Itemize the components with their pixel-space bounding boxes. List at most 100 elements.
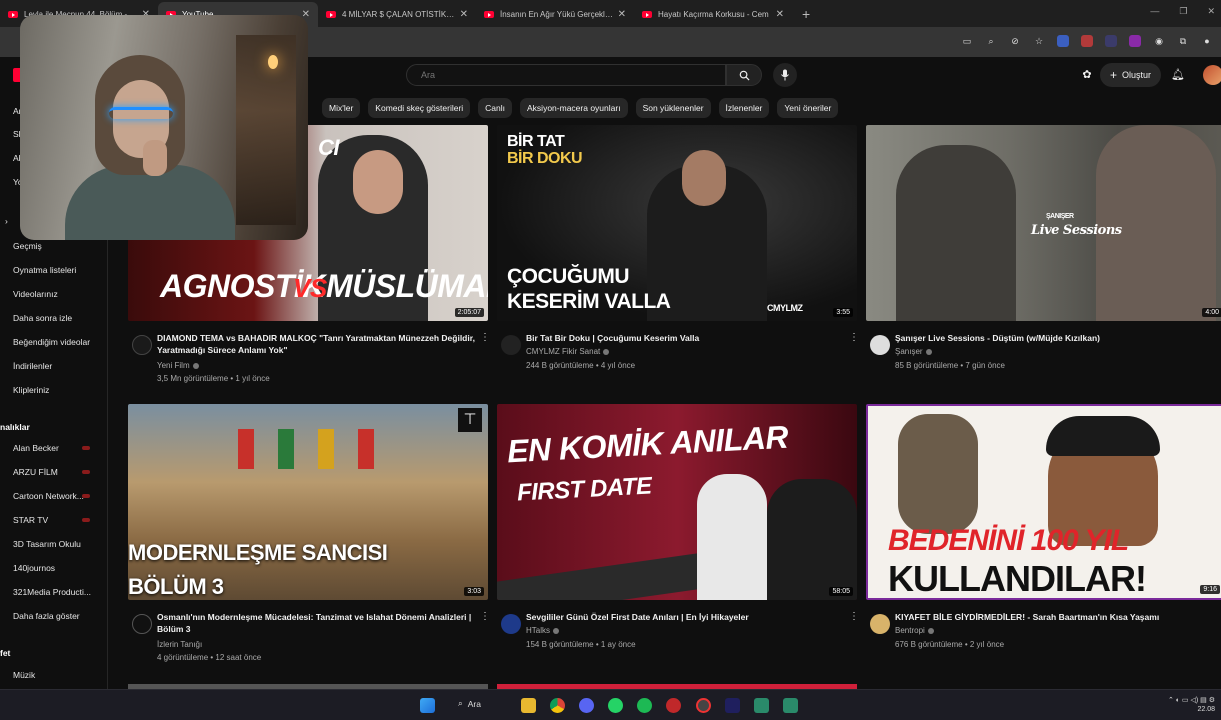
person-figure [767,479,857,600]
video-thumbnail[interactable]: BİR TAT BİR DOKU ÇOCUĞUMU KESERİM VALLA … [497,125,857,321]
video-title[interactable]: Şanışer Live Sessions - Düştüm (w/Müjde … [895,332,1215,344]
search-field[interactable] [406,64,726,86]
video-title[interactable]: Osmanlı'nın Modernleşme Mücadelesi: Tanz… [157,611,477,635]
sidebar-item-liked-videos[interactable]: Beğendiğim videolar [13,337,90,347]
video-title[interactable]: Bir Tat Bir Doku | Çocuğumu Keserim Vall… [526,332,846,344]
zoom-icon[interactable]: ⌕ [985,35,997,47]
chip[interactable]: İzlenenler [718,98,770,118]
channel-name[interactable]: İzlerin Tanığı [157,640,202,649]
sidebar-item-music[interactable]: Müzik [13,670,35,680]
video-thumbnail[interactable]: ⊤ MODERNLEŞME SANCISI BÖLÜM 3 3:03 [128,404,488,600]
sidebar-subscription[interactable]: Alan Becker [13,443,59,453]
video-card[interactable]: EN KOMİK ANILAR FIRST DATE 58:05 Sevgili… [497,404,859,669]
video-card[interactable]: ⊤ MODERNLEŞME SANCISI BÖLÜM 3 3:03 Osman… [128,404,490,669]
channel-name[interactable]: Yeni Film [157,361,199,370]
windows-start-icon[interactable] [420,698,435,713]
channel-name[interactable]: CMYLMZ Fikir Sanat [526,347,610,356]
bookmark-star-icon[interactable]: ☆ [1033,35,1045,47]
channel-avatar[interactable] [870,335,890,355]
system-tray[interactable]: ⌃ ◐ ▭ ◁) ▤ ⚙︎ 22.08 [1168,696,1215,714]
browser-tab[interactable]: Hayatı Kaçırma Korkusu - Cem ✕ [634,2,792,27]
channel-avatar[interactable] [501,614,521,634]
more-options-icon[interactable]: ⋮ [480,333,490,343]
sidebar-item-your-videos[interactable]: Videolarınız [13,289,58,299]
more-options-icon[interactable]: ⋮ [849,333,859,343]
app-icon[interactable] [783,698,798,713]
sidebar-item-history[interactable]: Geçmiş [13,241,42,251]
account-avatar[interactable] [1203,65,1221,85]
show-more-button[interactable]: Daha fazla göster [13,611,80,621]
channel-name[interactable]: HTalks [526,626,560,635]
chip[interactable]: Canlı [478,98,513,118]
app-icon[interactable] [666,698,681,713]
video-thumbnail[interactable]: ŞANIŞER Live Sessions 4:00 [866,125,1221,321]
channel-avatar[interactable] [870,614,890,634]
sidebar-item-clips[interactable]: Klipleriniz [13,385,49,395]
discord-icon[interactable] [579,698,594,713]
sidebar-subscription[interactable]: STAR TV [13,515,48,525]
video-thumbnail[interactable]: BEDENİNİ 100 YIL KULLANDILAR! 9:16 [866,404,1221,600]
sidebar-item-playlists[interactable]: Oynatma listeleri [13,265,76,275]
app-icon[interactable] [754,698,769,713]
channel-avatar[interactable] [501,335,521,355]
app-icon[interactable] [696,698,711,713]
more-options-icon[interactable]: ⋮ [480,612,490,622]
upload-age: 4 yıl önce [600,361,636,370]
extension-icon[interactable] [1081,35,1093,47]
chip[interactable]: Mix'ler [322,98,361,118]
more-options-icon[interactable]: ⋮ [849,612,859,622]
sidebar-subscription[interactable]: 140journos [13,563,55,573]
channel-avatar[interactable] [132,335,152,355]
cast-icon[interactable]: ▭ [961,35,973,47]
sidebar-subscription[interactable]: 3D Tasarım Okulu [13,539,81,549]
video-card[interactable]: BİR TAT BİR DOKU ÇOCUĞUMU KESERİM VALLA … [497,125,859,390]
close-tab-icon[interactable]: ✕ [618,9,626,20]
extension-icon[interactable] [1129,35,1141,47]
chip[interactable]: Komedi skeç gösterileri [368,98,471,118]
channel-name[interactable]: Bentropi [895,626,934,635]
new-tab-button[interactable]: + [792,2,820,27]
taskbar-search[interactable]: ⌕ Ara [458,698,481,709]
extension-icon[interactable]: ◉ [1153,35,1165,47]
close-window-icon[interactable]: ✕ [1207,6,1215,17]
channel-avatar[interactable] [132,614,152,634]
gear-icon[interactable]: ✿ [1080,67,1094,81]
browser-tab[interactable]: İnsanın En Ağır Yükü Gerçekleşmemiş ✕ [476,2,634,27]
sidebar-subscription[interactable]: Cartoon Network... [13,491,84,501]
video-card[interactable]: BEDENİNİ 100 YIL KULLANDILAR! 9:16 KIYAF… [866,404,1221,669]
maximize-icon[interactable]: ❐ [1179,6,1187,17]
notification-bell-icon[interactable]: 🔔︎ [1171,67,1185,81]
puzzle-icon[interactable]: ⧉ [1177,35,1189,47]
video-title[interactable]: KIYAFET BİLE GİYDİRMEDİLER! - Sarah Baar… [895,611,1215,623]
whatsapp-icon[interactable] [608,698,623,713]
close-tab-icon[interactable]: ✕ [776,9,784,20]
chrome-icon[interactable] [550,698,565,713]
search-button[interactable] [726,64,762,86]
browser-tab[interactable]: 4 MİLYAR $ ÇALAN OTİSTİK BİR ADAM ✕ [318,2,476,27]
profile-icon[interactable]: ● [1201,35,1213,47]
video-card[interactable]: ŞANIŞER Live Sessions 4:00 Şanışer Live … [866,125,1221,390]
close-tab-icon[interactable]: ✕ [460,9,468,20]
create-button[interactable]: + Oluştur [1100,63,1162,87]
channel-name[interactable]: Şanışer [895,347,932,356]
chip[interactable]: Aksiyon-macera oyunları [520,98,628,118]
sidebar-item-downloads[interactable]: İndirilenler [13,361,52,371]
extension-icon[interactable] [1105,35,1117,47]
minimize-icon[interactable]: — [1150,6,1159,17]
video-title[interactable]: DIAMOND TEMA vs BAHADIR MALKOÇ "Tanrı Ya… [157,332,477,356]
eye-off-icon[interactable]: ⊘ [1009,35,1021,47]
after-effects-icon[interactable] [725,698,740,713]
voice-search-button[interactable] [773,63,797,87]
search-input[interactable] [421,70,725,80]
chip[interactable]: Son yüklenenler [635,98,711,118]
video-thumbnail[interactable]: EN KOMİK ANILAR FIRST DATE 58:05 [497,404,857,600]
video-title[interactable]: Sevgililer Günü Özel First Date Anıları … [526,611,846,623]
sidebar-subscription[interactable]: 321Media Producti... [13,587,91,597]
chip[interactable]: Yeni öneriler [777,98,839,118]
spotify-icon[interactable] [637,698,652,713]
extension-icon[interactable] [1057,35,1069,47]
sidebar-subscription[interactable]: ARZU FİLM [13,467,58,477]
file-explorer-icon[interactable] [521,698,536,713]
sidebar-expand-icon[interactable]: › [5,216,8,226]
sidebar-item-watch-later[interactable]: Daha sonra izle [13,313,72,323]
